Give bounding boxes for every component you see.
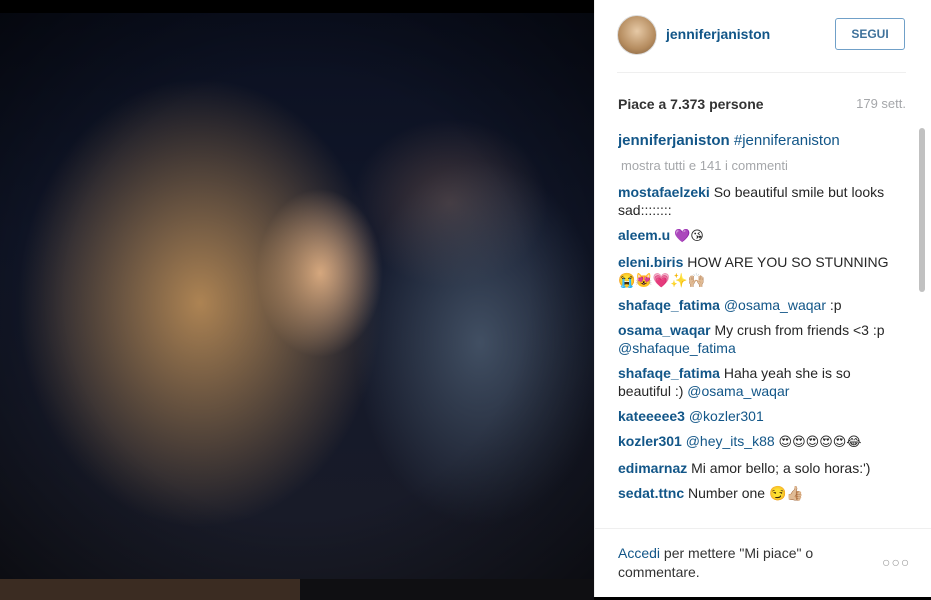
comment-username[interactable]: mostafaelzeki [618, 184, 710, 200]
comment: osama_waqar My crush from friends <3 :p … [618, 321, 898, 357]
comment: eleni.biris HOW ARE YOU SO STUNNING 😭😻💗✨… [618, 253, 898, 289]
avatar[interactable] [617, 15, 657, 55]
comment: kateeeee3 @kozler301 [618, 407, 898, 425]
comment-username[interactable]: kateeeee3 [618, 408, 685, 424]
post-time[interactable]: 179 sett. [856, 96, 906, 111]
post-header: jenniferjaniston SEGUI [595, 0, 931, 72]
comment-text: Number one 😏👍🏼 [688, 485, 804, 501]
comments-scrollbar[interactable] [919, 128, 925, 292]
comment-mention[interactable]: @hey_its_k88 [686, 433, 775, 449]
comment-username[interactable]: osama_waqar [618, 322, 711, 338]
post-sidebar: jenniferjaniston SEGUI Piace a 7.373 per… [594, 0, 931, 597]
comments-list[interactable]: jenniferjaniston #jenniferaniston mostra… [618, 132, 898, 525]
comment-username[interactable]: kozler301 [618, 433, 682, 449]
comment: shafaqe_fatima @osama_waqar :p [618, 296, 898, 314]
comment-text: 💜😘 [674, 229, 704, 244]
header-divider [617, 72, 906, 73]
more-options-icon[interactable]: ○○○ [882, 554, 910, 570]
comment-username[interactable]: eleni.biris [618, 254, 683, 270]
comment: sedat.ttnc Number one 😏👍🏼 [618, 484, 898, 502]
comment-username[interactable]: shafaqe_fatima [618, 365, 720, 381]
comment: shafaqe_fatima Haha yeah she is so beaut… [618, 364, 898, 400]
comment-username[interactable]: aleem.u [618, 227, 670, 243]
caption-username[interactable]: jenniferjaniston [618, 132, 730, 149]
caption: jenniferjaniston #jenniferaniston [618, 132, 898, 150]
comment-username[interactable]: edimarnaz [618, 460, 687, 476]
comment-mention[interactable]: @osama_waqar [687, 383, 789, 399]
post-photo[interactable] [0, 13, 594, 579]
show-all-comments-link[interactable]: mostra tutti e 141 i commenti [621, 157, 898, 175]
follow-button[interactable]: SEGUI [835, 18, 905, 50]
comment-text: :p [829, 297, 842, 313]
comment: aleem.u 💜😘 [618, 226, 898, 246]
comment: edimarnaz Mi amor bello; a solo horas:') [618, 459, 898, 477]
comment-mention[interactable]: @kozler301 [689, 408, 764, 424]
login-link[interactable]: Accedi [618, 545, 660, 561]
caption-hashtag[interactable]: #jenniferaniston [734, 132, 840, 149]
login-prompt: Accedi per mettere "Mi piace" o commenta… [618, 544, 848, 582]
comment-username[interactable]: shafaqe_fatima [618, 297, 720, 313]
post-username[interactable]: jenniferjaniston [666, 26, 770, 42]
footer-divider [595, 528, 931, 529]
comment: mostafaelzeki So beautiful smile but loo… [618, 183, 898, 219]
comment-mention[interactable]: @shafaque_fatima [618, 340, 736, 356]
bottom-strip-dark [300, 579, 594, 600]
comment-text: Mi amor bello; a solo horas:') [691, 460, 871, 476]
comment-username[interactable]: sedat.ttnc [618, 485, 684, 501]
comment-text: 😍😍😍😍😍😂 [778, 435, 862, 450]
photo-vignette [0, 13, 594, 579]
comment: kozler301 @hey_its_k88 😍😍😍😍😍😂 [618, 432, 898, 452]
likes-count: Piace a 7.373 persone [618, 96, 764, 112]
comment-mention[interactable]: @osama_waqar [724, 297, 826, 313]
comment-text: My crush from friends <3 :p [714, 322, 885, 338]
bottom-strip [0, 579, 300, 600]
